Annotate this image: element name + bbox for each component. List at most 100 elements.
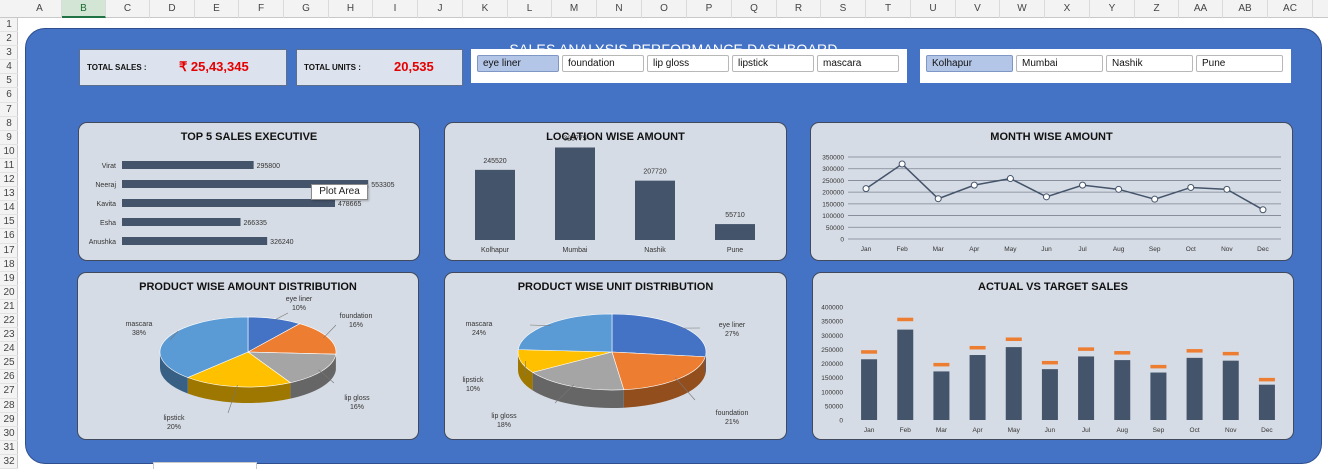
row-header-14[interactable]: 14 — [0, 201, 18, 216]
column-header-k[interactable]: K — [463, 0, 508, 18]
column-header-e[interactable]: E — [195, 0, 239, 18]
data-label: 55710 — [725, 212, 745, 219]
total-sales-card[interactable]: TOTAL SALES : ₹ 25,43,345 — [79, 49, 287, 86]
slicer-item-mascara[interactable]: mascara — [817, 55, 899, 72]
column-header-ab[interactable]: AB — [1223, 0, 1268, 18]
column-header-n[interactable]: N — [597, 0, 642, 18]
actual-bar-jan — [861, 359, 878, 420]
row-header-16[interactable]: 16 — [0, 229, 18, 244]
target-marker-nov — [1222, 351, 1239, 356]
row-header-13[interactable]: 13 — [0, 187, 18, 202]
slicer-item-lip-gloss[interactable]: lip gloss — [647, 55, 729, 72]
row-header-12[interactable]: 12 — [0, 173, 18, 188]
location-slicer: Kolhapur Mumbai Nashik Pune — [920, 49, 1291, 83]
row-header-28[interactable]: 28 — [0, 399, 18, 413]
x-tick-label: May — [1008, 427, 1021, 434]
column-header-y[interactable]: Y — [1090, 0, 1135, 18]
column-header-b[interactable]: B — [62, 0, 106, 18]
row-header-25[interactable]: 25 — [0, 356, 18, 371]
row-header-24[interactable]: 24 — [0, 342, 18, 357]
row-header-1[interactable]: 1 — [0, 18, 18, 33]
total-sales-value: ₹ 25,43,345 — [179, 59, 249, 74]
column-header-c[interactable]: C — [106, 0, 150, 18]
slicer-item-pune[interactable]: Pune — [1196, 55, 1283, 72]
row-header-11[interactable]: 11 — [0, 159, 18, 174]
column-header-z[interactable]: Z — [1135, 0, 1179, 18]
column-header-q[interactable]: Q — [732, 0, 777, 18]
row-header-5[interactable]: 5 — [0, 74, 18, 89]
row-header-7[interactable]: 7 — [0, 103, 18, 117]
column-header-h[interactable]: H — [329, 0, 373, 18]
slicer-item-mumbai[interactable]: Mumbai — [1016, 55, 1103, 72]
total-units-card[interactable]: TOTAL UNITS : 20,535 — [296, 49, 463, 86]
sheet-tab[interactable] — [153, 462, 257, 469]
row-header-26[interactable]: 26 — [0, 370, 18, 385]
column-header-v[interactable]: V — [956, 0, 1000, 18]
row-header-22[interactable]: 22 — [0, 314, 18, 329]
actual-vs-target-chart[interactable]: ACTUAL VS TARGET SALES 0 50000 100000 15000… — [812, 272, 1294, 440]
product-unit-distribution-chart[interactable]: PRODUCT WISE UNIT DISTRIBUTION eye liner… — [444, 272, 787, 440]
column-header-m[interactable]: M — [552, 0, 597, 18]
point-nov — [1223, 185, 1231, 193]
row-header-27[interactable]: 27 — [0, 384, 18, 399]
column-header-r[interactable]: R — [777, 0, 821, 18]
column-header-d[interactable]: D — [150, 0, 195, 18]
column-header-s[interactable]: S — [821, 0, 866, 18]
column-header-f[interactable]: F — [239, 0, 284, 18]
spreadsheet: A B C D E F G H I J K L M N O P Q R S T U V W X Y Z AA AB AC 1234567… — [0, 0, 1328, 469]
row-header-18[interactable]: 18 — [0, 258, 18, 272]
plot-area-tooltip: Plot Area — [311, 184, 368, 200]
slicer-item-foundation[interactable]: foundation — [562, 55, 644, 72]
slicer-item-eye-liner[interactable]: eye liner — [477, 55, 559, 72]
row-header-8[interactable]: 8 — [0, 117, 18, 131]
x-tick-label: Jun — [1045, 427, 1056, 434]
product-amount-distribution-chart[interactable]: PRODUCT WISE AMOUNT DISTRIBUTION eye lin… — [77, 272, 419, 440]
column-header-t[interactable]: T — [866, 0, 911, 18]
location-wise-amount-chart[interactable]: LOCATION WISE AMOUNT 245520 Kolhapur 32377… — [444, 122, 787, 261]
row-header-17[interactable]: 17 — [0, 244, 18, 258]
column-header-p[interactable]: P — [687, 0, 732, 18]
column-header-a[interactable]: A — [18, 0, 62, 18]
column-header-l[interactable]: L — [508, 0, 552, 18]
column-header-x[interactable]: X — [1045, 0, 1090, 18]
row-header-3[interactable]: 3 — [0, 46, 18, 61]
column-header-aa[interactable]: AA — [1179, 0, 1223, 18]
slice-label-percent: 10% — [292, 305, 306, 312]
row-header-20[interactable]: 20 — [0, 286, 18, 300]
actual-bar-aug — [1114, 360, 1131, 420]
row-header-10[interactable]: 10 — [0, 145, 18, 159]
column-header-o[interactable]: O — [642, 0, 687, 18]
row-header-2[interactable]: 2 — [0, 32, 18, 47]
row-header-32[interactable]: 32 — [0, 455, 18, 469]
column-header-g[interactable]: G — [284, 0, 329, 18]
y-tick-label: 50000 — [825, 403, 843, 410]
row-header-31[interactable]: 31 — [0, 441, 18, 455]
month-wise-amount-chart[interactable]: MONTH WISE AMOUNT 0 50000 100000 150000 2000… — [810, 122, 1293, 261]
column-header-j[interactable]: J — [418, 0, 463, 18]
column-header-w[interactable]: W — [1000, 0, 1045, 18]
row-header-19[interactable]: 19 — [0, 272, 18, 286]
row-header-9[interactable]: 9 — [0, 131, 18, 145]
row-header-15[interactable]: 15 — [0, 215, 18, 230]
row-header-4[interactable]: 4 — [0, 60, 18, 75]
row-header-21[interactable]: 21 — [0, 300, 18, 314]
slice-label-name: lip gloss — [344, 395, 370, 402]
row-header-6[interactable]: 6 — [0, 88, 18, 103]
slicer-item-nashik[interactable]: Nashik — [1106, 55, 1193, 72]
top-sales-executive-chart[interactable]: TOP 5 SALES EXECUTIVE Virat 295800 Neeraj 5… — [78, 122, 420, 261]
slicer-item-lipstick[interactable]: lipstick — [732, 55, 814, 72]
x-tick-label: May — [1004, 246, 1017, 253]
x-tick-label: Feb — [900, 427, 912, 434]
row-header-30[interactable]: 30 — [0, 427, 18, 441]
slicer-item-kolhapur[interactable]: Kolhapur — [926, 55, 1013, 72]
column-header-ac[interactable]: AC — [1268, 0, 1313, 18]
data-label: 323775 — [563, 135, 586, 142]
row-header-29[interactable]: 29 — [0, 413, 18, 427]
row-header-23[interactable]: 23 — [0, 328, 18, 343]
x-tick-label: Mar — [936, 427, 948, 434]
x-tick-label: Feb — [897, 246, 909, 253]
column-header-u[interactable]: U — [911, 0, 956, 18]
actual-bar-may — [1005, 347, 1022, 420]
x-tick-label: Jul — [1082, 427, 1091, 434]
column-header-i[interactable]: I — [373, 0, 418, 18]
